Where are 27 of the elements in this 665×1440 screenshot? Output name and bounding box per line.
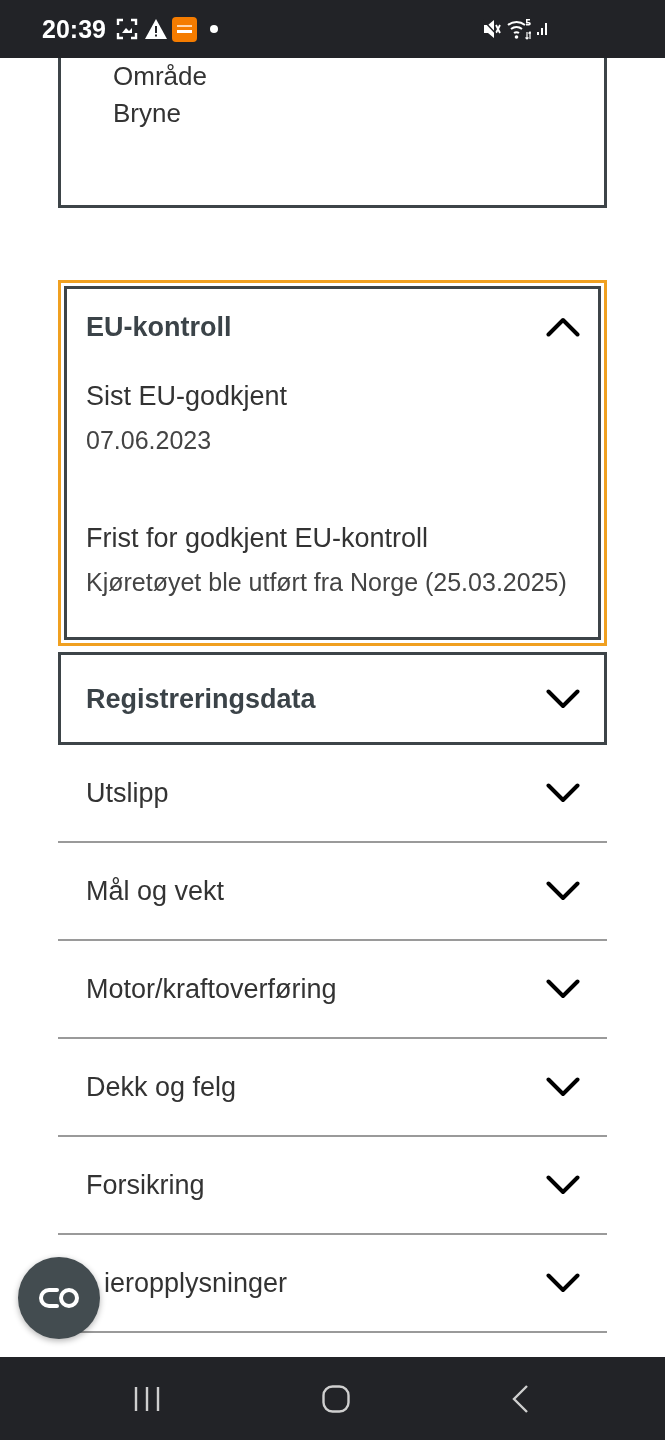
wifi-icon xyxy=(507,18,531,40)
location-label: Område xyxy=(113,60,208,93)
field-value: Kjøretøyet ble utført fra Norge (25.03.2025) xyxy=(86,567,568,597)
field-label: Frist for godkjent EU-kontroll xyxy=(86,522,430,554)
accordion-header[interactable]: Utslipp xyxy=(58,745,607,841)
recent-apps-icon[interactable] xyxy=(134,1385,160,1412)
accordion-header[interactable]: Forsikring xyxy=(58,1137,607,1233)
warning-icon xyxy=(144,19,167,39)
accordion-header[interactable]: ieropplysninger xyxy=(102,1235,607,1331)
status-time: 20:39 xyxy=(42,16,106,42)
location-value: Bryne xyxy=(113,97,182,130)
muted-speaker-icon xyxy=(483,19,501,39)
signal-icon xyxy=(537,23,547,35)
accordion-header[interactable]: Registreringsdata xyxy=(61,655,604,742)
back-icon[interactable] xyxy=(512,1384,528,1413)
app-tile-icon xyxy=(171,16,197,42)
accordion-header[interactable]: Mål og vekt xyxy=(58,843,607,939)
dot-icon xyxy=(209,25,218,33)
floating-action-button[interactable] xyxy=(18,1257,100,1339)
image-frame-icon xyxy=(115,18,138,40)
field-label: Sist EU-godkjent xyxy=(86,380,289,412)
field-value: 07.06.2023 xyxy=(86,425,213,455)
toggle-icon xyxy=(38,1287,80,1309)
home-icon[interactable] xyxy=(322,1384,350,1413)
accordion-header[interactable]: EU-kontroll xyxy=(67,289,598,365)
accordion-header[interactable]: Dekk og felg xyxy=(58,1039,607,1135)
accordion-header[interactable]: Motor/kraftoverføring xyxy=(58,941,607,1037)
